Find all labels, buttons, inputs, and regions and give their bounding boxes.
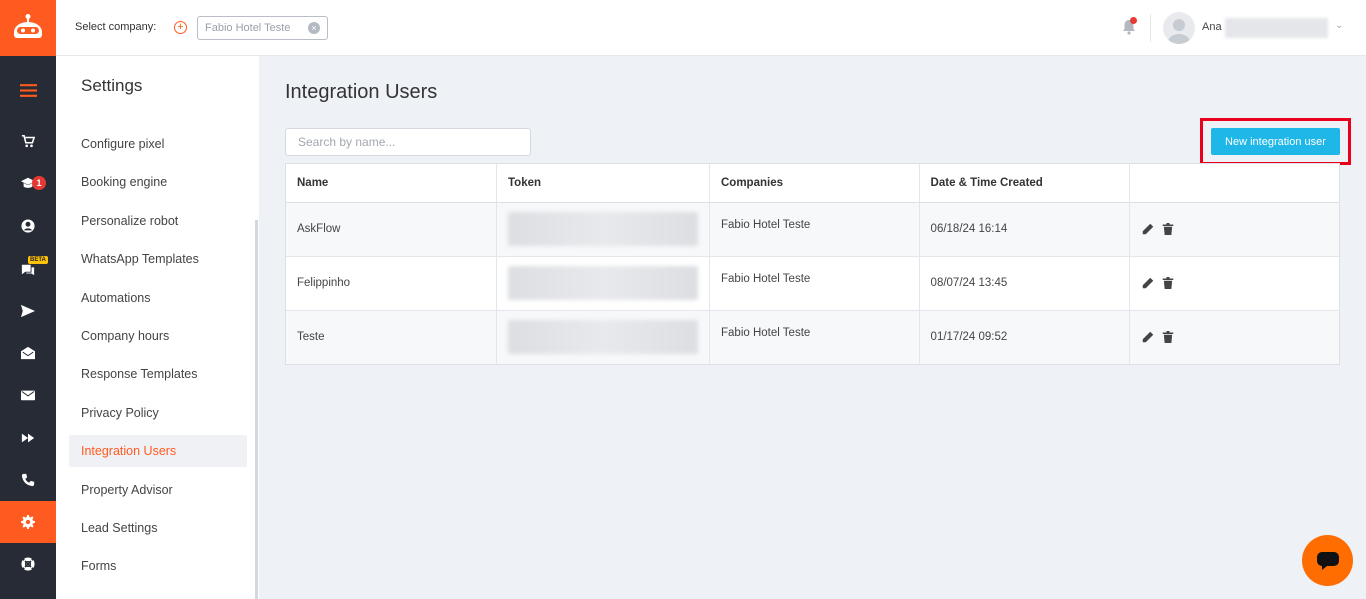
- chevron-down-icon[interactable]: ⌄: [1335, 20, 1343, 31]
- redacted-token: [508, 320, 698, 355]
- settings-item-lead-settings[interactable]: Lead Settings: [69, 512, 247, 544]
- trash-icon[interactable]: [1162, 331, 1174, 344]
- notification-dot: [1130, 17, 1137, 24]
- row-created: 01/17/24 09:52: [919, 310, 1131, 364]
- settings-menu: Configure pixel Booking engine Personali…: [69, 128, 247, 589]
- phone-icon[interactable]: [0, 459, 56, 501]
- sidebar-scrollbar[interactable]: [255, 220, 258, 599]
- fast-forward-icon[interactable]: [0, 417, 56, 459]
- settings-item-integration-users[interactable]: Integration Users: [69, 435, 247, 468]
- settings-item-automations[interactable]: Automations: [69, 282, 247, 314]
- avatar[interactable]: [1163, 12, 1195, 44]
- clear-company-icon[interactable]: ×: [308, 22, 320, 34]
- settings-item-forms[interactable]: Forms: [69, 550, 247, 582]
- beta-badge: BETA: [28, 256, 48, 264]
- row-created: 08/07/24 13:45: [919, 256, 1131, 311]
- chat-icon[interactable]: BETA: [0, 249, 56, 291]
- redacted-user-surname: [1225, 18, 1328, 38]
- chat-widget-button[interactable]: [1302, 535, 1353, 586]
- settings-item-property-advisor[interactable]: Property Advisor: [69, 474, 247, 506]
- settings-item-response-templates[interactable]: Response Templates: [69, 358, 247, 390]
- send-icon[interactable]: [0, 290, 56, 332]
- company-selector[interactable]: Fabio Hotel Teste ×: [197, 16, 328, 40]
- settings-item-configure-pixel[interactable]: Configure pixel: [69, 128, 247, 160]
- icon-rail: 1 BETA: [0, 0, 56, 599]
- notification-count-badge: 1: [32, 176, 46, 190]
- robot-logo-icon[interactable]: [0, 0, 56, 56]
- gear-icon[interactable]: [0, 501, 56, 543]
- redacted-token: [508, 212, 698, 246]
- page-title: Integration Users: [285, 81, 438, 103]
- user-circle-icon[interactable]: [0, 205, 56, 247]
- table-row: AskFlow Fabio Hotel Teste 06/18/24 16:14: [286, 202, 1339, 257]
- row-company: Fabio Hotel Teste: [709, 256, 920, 311]
- search-input[interactable]: [285, 128, 531, 156]
- redacted-token: [508, 266, 698, 300]
- table-row: Teste Fabio Hotel Teste 01/17/24 09:52: [286, 310, 1339, 364]
- menu-icon[interactable]: [0, 69, 56, 111]
- user-name[interactable]: Ana: [1202, 21, 1222, 33]
- settings-item-personalize-robot[interactable]: Personalize robot: [69, 205, 247, 237]
- settings-item-whatsapp-templates[interactable]: WhatsApp Templates: [69, 243, 247, 275]
- integration-users-table: Name Token Companies Date & Time Created…: [285, 163, 1340, 365]
- row-name: Felippinho: [286, 256, 497, 311]
- column-header-companies[interactable]: Companies: [709, 164, 920, 203]
- settings-item-company-hours[interactable]: Company hours: [69, 320, 247, 352]
- top-bar: Select company: + Fabio Hotel Teste × An…: [56, 0, 1366, 56]
- envelope-icon[interactable]: [0, 374, 56, 416]
- table-row: Felippinho Fabio Hotel Teste 08/07/24 13…: [286, 256, 1339, 311]
- row-company: Fabio Hotel Teste: [709, 202, 920, 257]
- lifebuoy-icon[interactable]: [0, 543, 56, 585]
- edit-pencil-icon[interactable]: [1142, 223, 1154, 235]
- divider: [1150, 14, 1151, 42]
- settings-item-privacy-policy[interactable]: Privacy Policy: [69, 397, 247, 429]
- selected-company-label: Fabio Hotel Teste: [205, 22, 291, 34]
- row-name: Teste: [286, 310, 497, 364]
- settings-sidebar: Settings Configure pixel Booking engine …: [56, 56, 259, 599]
- cart-icon[interactable]: [0, 120, 56, 162]
- row-name: AskFlow: [286, 202, 497, 257]
- column-header-actions: [1129, 164, 1339, 203]
- edit-pencil-icon[interactable]: [1142, 331, 1154, 343]
- chat-bubble-icon: [1316, 551, 1339, 570]
- row-company: Fabio Hotel Teste: [709, 310, 920, 364]
- select-company-label: Select company:: [75, 21, 157, 33]
- column-header-token[interactable]: Token: [496, 164, 710, 203]
- graduation-cap-icon[interactable]: 1: [0, 162, 56, 204]
- new-integration-user-button[interactable]: New integration user: [1211, 128, 1340, 155]
- table-header-row: Name Token Companies Date & Time Created: [286, 164, 1339, 203]
- column-header-name[interactable]: Name: [286, 164, 497, 203]
- row-created: 06/18/24 16:14: [919, 202, 1131, 257]
- trash-icon[interactable]: [1162, 223, 1174, 235]
- trash-icon[interactable]: [1162, 277, 1174, 289]
- envelope-open-icon[interactable]: [0, 332, 56, 374]
- edit-pencil-icon[interactable]: [1142, 277, 1154, 289]
- add-company-icon[interactable]: +: [174, 21, 187, 34]
- settings-item-booking-engine[interactable]: Booking engine: [69, 166, 247, 198]
- settings-title: Settings: [81, 76, 143, 95]
- column-header-created[interactable]: Date & Time Created: [919, 164, 1131, 203]
